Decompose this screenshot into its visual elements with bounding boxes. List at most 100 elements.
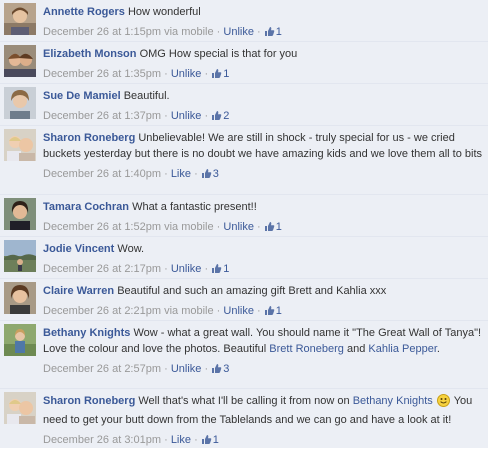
like-count[interactable]: 2	[211, 110, 229, 122]
unlike-button[interactable]: Unlike	[223, 305, 254, 317]
comment-timestamp[interactable]: December 26 at 1:37pm	[43, 110, 161, 122]
unlike-button[interactable]: Unlike	[171, 110, 202, 122]
comment-timestamp[interactable]: December 26 at 3:01pm	[43, 434, 161, 446]
thumbs-up-icon	[264, 26, 275, 42]
comment-text-line: Annette Rogers How wonderful	[43, 4, 485, 20]
mention-link[interactable]: Kahlia Pepper	[368, 343, 437, 355]
comment: Tamara Cochran What a fantastic present!…	[0, 195, 488, 237]
like-button[interactable]: Like	[171, 168, 191, 180]
avatar[interactable]	[4, 3, 36, 35]
comment-body: Sharon Roneberg Well that's what I'll be…	[43, 393, 485, 450]
comment: Claire Warren Beautiful and such an amaz…	[0, 279, 488, 321]
comment-text: What a fantastic present!!	[132, 201, 257, 213]
like-count-value: 1	[275, 305, 282, 317]
thumbs-up-icon	[211, 110, 222, 126]
comment: Bethany Knights Wow - what a great wall.…	[0, 321, 488, 389]
like-count-value: 1	[275, 221, 282, 233]
comment: Sharon Roneberg Well that's what I'll be…	[0, 389, 488, 448]
unlike-button[interactable]: Unlike	[171, 68, 202, 80]
comment-timestamp[interactable]: December 26 at 1:40pm	[43, 168, 161, 180]
thumbs-up-icon	[264, 305, 275, 321]
comment-text-line: Jodie Vincent Wow.	[43, 241, 485, 257]
comment-text: Beautiful.	[123, 90, 170, 102]
avatar[interactable]	[4, 45, 36, 77]
like-count[interactable]: 1	[201, 434, 219, 446]
like-count[interactable]: 1	[211, 263, 229, 275]
comment-via: via mobile	[164, 221, 214, 233]
thumbs-up-icon	[211, 68, 222, 84]
comment-via: via mobile	[164, 26, 214, 38]
comment-timestamp[interactable]: December 26 at 2:17pm	[43, 263, 161, 275]
avatar[interactable]	[4, 87, 36, 119]
comment-text: and	[346, 343, 366, 355]
avatar[interactable]	[4, 129, 36, 161]
comment-text: Well that's what I'll be calling it from…	[138, 395, 350, 407]
avatar[interactable]	[4, 240, 36, 272]
like-count[interactable]: 1	[264, 26, 282, 38]
thumbs-up-icon	[211, 363, 222, 379]
comment: Annette Rogers How wonderful December 26…	[0, 0, 488, 42]
comment-text: Wow.	[117, 243, 145, 255]
comment-timestamp[interactable]: December 26 at 1:15pm	[43, 26, 161, 38]
like-count[interactable]: 3	[211, 363, 229, 375]
like-count-value: 1	[275, 26, 282, 38]
comment-timestamp[interactable]: December 26 at 2:57pm	[43, 363, 161, 375]
avatar[interactable]	[4, 392, 36, 424]
comment-author[interactable]: Annette Rogers	[43, 6, 125, 18]
comment-text-line: Tamara Cochran What a fantastic present!…	[43, 199, 485, 215]
unlike-button[interactable]: Unlike	[171, 263, 202, 275]
comment: Sue De Mamiel Beautiful. December 26 at …	[0, 84, 488, 126]
comment-author[interactable]: Bethany Knights	[43, 327, 130, 339]
comment-text-line: Bethany Knights Wow - what a great wall.…	[43, 325, 485, 357]
like-count-value: 1	[223, 68, 230, 80]
avatar[interactable]	[4, 324, 36, 356]
comment-text: How wonderful	[127, 6, 201, 18]
avatar[interactable]	[4, 198, 36, 230]
mention-link[interactable]: Bethany Knights	[353, 395, 433, 407]
comment-body: Sue De Mamiel Beautiful. December 26 at …	[43, 88, 485, 126]
comment-via: via mobile	[164, 305, 214, 317]
comment-author[interactable]: Claire Warren	[43, 285, 114, 297]
comment: Elizabeth Monson OMG How special is that…	[0, 42, 488, 84]
mention-link[interactable]: Brett Roneberg	[269, 343, 344, 355]
unlike-button[interactable]: Unlike	[223, 26, 254, 38]
comment-author[interactable]: Tamara Cochran	[43, 201, 129, 213]
comment-meta: December 26 at 1:15pm via mobile · Unlik…	[43, 24, 485, 42]
comment-body: Tamara Cochran What a fantastic present!…	[43, 199, 485, 237]
comment-author[interactable]: Sharon Roneberg	[43, 395, 135, 407]
like-button[interactable]: Like	[171, 434, 191, 446]
like-count-value: 2	[223, 110, 230, 122]
like-count[interactable]: 1	[211, 68, 229, 80]
unlike-button[interactable]: Unlike	[223, 221, 254, 233]
comment-author[interactable]: Sharon Roneberg	[43, 132, 135, 144]
comment-text: .	[436, 343, 440, 355]
comment-body: Elizabeth Monson OMG How special is that…	[43, 46, 485, 84]
comment-text-line: Claire Warren Beautiful and such an amaz…	[43, 283, 485, 299]
comment-list: Annette Rogers How wonderful December 26…	[0, 0, 492, 448]
comment: Sharon Roneberg Unbelievable! We are sti…	[0, 126, 488, 195]
comment-text-line: Sharon Roneberg Well that's what I'll be…	[43, 393, 485, 428]
like-count-value: 1	[223, 263, 230, 275]
unlike-button[interactable]: Unlike	[171, 363, 202, 375]
comment-meta: December 26 at 2:57pm · Unlike · 3	[43, 361, 485, 379]
comment-meta: December 26 at 2:17pm · Unlike · 1	[43, 261, 485, 279]
comment-timestamp[interactable]: December 26 at 2:21pm	[43, 305, 161, 317]
comment: Jodie Vincent Wow. December 26 at 2:17pm…	[0, 237, 488, 279]
comment-text-line: Sharon Roneberg Unbelievable! We are sti…	[43, 130, 485, 162]
comment-text: Beautiful and such an amazing gift Brett…	[117, 285, 387, 297]
comment-meta: December 26 at 1:52pm via mobile · Unlik…	[43, 219, 485, 237]
comment-author[interactable]: Sue De Mamiel	[43, 90, 121, 102]
comment-timestamp[interactable]: December 26 at 1:52pm	[43, 221, 161, 233]
thumbs-up-icon	[264, 221, 275, 237]
comment-meta: December 26 at 1:35pm · Unlike · 1	[43, 66, 485, 84]
like-count-value: 3	[212, 168, 219, 180]
comment-author[interactable]: Jodie Vincent	[43, 243, 114, 255]
comment-author[interactable]: Elizabeth Monson	[43, 48, 137, 60]
avatar[interactable]	[4, 282, 36, 314]
like-count[interactable]: 1	[264, 221, 282, 233]
like-count[interactable]: 1	[264, 305, 282, 317]
smiley-icon	[436, 394, 450, 412]
like-count[interactable]: 3	[201, 168, 219, 180]
comment-timestamp[interactable]: December 26 at 1:35pm	[43, 68, 161, 80]
like-count-value: 1	[212, 434, 219, 446]
